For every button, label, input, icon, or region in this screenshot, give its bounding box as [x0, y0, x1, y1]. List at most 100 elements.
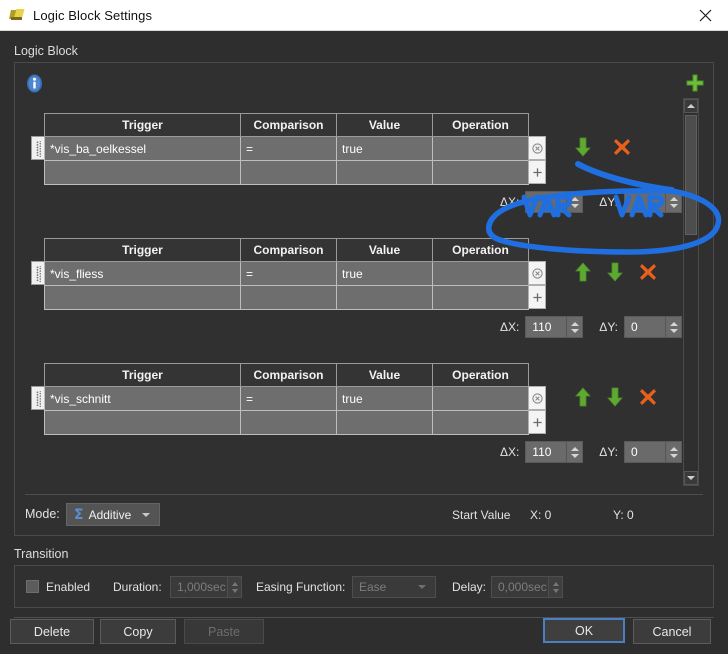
copy-button[interactable]: Copy	[100, 619, 176, 644]
clear-row-icon[interactable]	[528, 386, 546, 410]
cell-comparison[interactable]	[240, 160, 337, 185]
cell-operation[interactable]	[432, 285, 529, 310]
delete-block-icon[interactable]	[638, 387, 658, 407]
delta-x-label: ΔX:	[499, 195, 520, 209]
delete-block-icon[interactable]	[612, 137, 632, 157]
scroll-down-icon[interactable]	[684, 471, 698, 485]
logic-block-group-label: Logic Block	[14, 44, 78, 58]
cancel-button[interactable]: Cancel	[633, 619, 711, 644]
cell-trigger[interactable]	[44, 285, 241, 310]
mode-select[interactable]: Σ Additive	[66, 503, 160, 526]
cell-trigger[interactable]: *vis_schnitt	[44, 386, 241, 411]
cell-comparison[interactable]: =	[240, 386, 337, 411]
cell-comparison[interactable]: =	[240, 261, 337, 286]
cell-trigger[interactable]	[44, 410, 241, 435]
transition-enabled-label: Enabled	[46, 580, 91, 594]
scrollbar-thumb[interactable]	[685, 115, 697, 235]
delta-y-spin-buttons[interactable]	[665, 192, 681, 212]
cell-comparison[interactable]: =	[240, 136, 337, 161]
cell-operation[interactable]	[432, 410, 529, 435]
delta-y-value: 0	[631, 445, 638, 459]
delay-spin-buttons	[548, 577, 562, 597]
table-header-row: Trigger Comparison Value Operation	[44, 113, 529, 137]
drag-handle-icon[interactable]	[31, 386, 44, 410]
delta-y-spin-buttons[interactable]	[665, 317, 681, 337]
cell-value[interactable]	[336, 285, 433, 310]
column-header-value: Value	[336, 238, 433, 262]
drag-handle-icon[interactable]	[31, 261, 44, 285]
duration-field: 1,000sec	[170, 576, 242, 598]
delta-row: ΔX: 110 ΔY: 0	[500, 441, 682, 463]
cell-trigger[interactable]: *vis_fliess	[44, 261, 241, 286]
clear-row-icon[interactable]	[528, 136, 546, 160]
add-row-icon[interactable]	[528, 285, 546, 309]
add-row-icon[interactable]	[528, 160, 546, 184]
close-icon[interactable]	[682, 0, 728, 30]
cell-value[interactable]: true	[336, 386, 433, 411]
delta-y-label: ΔY:	[599, 445, 618, 459]
drag-handle-icon[interactable]	[31, 136, 44, 160]
table-row-empty[interactable]	[44, 160, 529, 185]
move-down-icon[interactable]	[574, 137, 592, 157]
chevron-down-icon	[142, 512, 150, 517]
cell-comparison[interactable]	[240, 410, 337, 435]
transition-enabled-checkbox[interactable]	[26, 580, 39, 593]
delta-x-stepper[interactable]: 110	[525, 441, 584, 463]
scroll-up-icon[interactable]	[684, 99, 698, 113]
table-row[interactable]: *vis_ba_oelkessel = true	[44, 136, 529, 161]
trigger-table: Trigger Comparison Value Operation *vis_…	[44, 363, 529, 435]
cell-comparison[interactable]	[240, 285, 337, 310]
easing-label: Easing Function:	[256, 580, 346, 594]
vertical-scrollbar[interactable]	[683, 98, 699, 486]
block-actions	[574, 137, 632, 157]
delta-y-stepper[interactable]	[624, 191, 682, 213]
delta-x-spin-buttons[interactable]	[566, 317, 583, 337]
table-row[interactable]: *vis_schnitt = true	[44, 386, 529, 411]
logic-block-settings-dialog: Logic Block Settings Logic Block Trigger…	[0, 0, 728, 654]
cell-operation[interactable]	[432, 261, 529, 286]
move-down-icon[interactable]	[606, 387, 624, 407]
delta-x-stepper[interactable]	[525, 191, 584, 213]
column-header-trigger: Trigger	[44, 238, 241, 262]
cell-operation[interactable]	[432, 386, 529, 411]
table-row[interactable]: *vis_fliess = true	[44, 261, 529, 286]
cell-value[interactable]	[336, 160, 433, 185]
trigger-table: Trigger Comparison Value Operation *vis_…	[44, 238, 529, 310]
logic-block-scroll-area[interactable]: Trigger Comparison Value Operation *vis_…	[22, 98, 706, 486]
delta-y-stepper[interactable]: 0	[624, 441, 682, 463]
delta-x-value: 110	[532, 445, 552, 459]
delete-block-icon[interactable]	[638, 262, 658, 282]
column-header-operation: Operation	[432, 363, 529, 387]
cell-value[interactable]: true	[336, 261, 433, 286]
move-up-icon[interactable]	[574, 387, 592, 407]
column-header-operation: Operation	[432, 113, 529, 137]
move-up-icon[interactable]	[574, 262, 592, 282]
delta-x-spin-buttons[interactable]	[566, 192, 583, 212]
cell-trigger[interactable]	[44, 160, 241, 185]
delete-button[interactable]: Delete	[10, 619, 94, 644]
table-row-empty[interactable]	[44, 285, 529, 310]
delta-y-stepper[interactable]: 0	[624, 316, 682, 338]
add-row-icon[interactable]	[528, 410, 546, 434]
cell-operation[interactable]	[432, 160, 529, 185]
cell-trigger[interactable]: *vis_ba_oelkessel	[44, 136, 241, 161]
delta-x-stepper[interactable]: 110	[525, 316, 584, 338]
cell-value[interactable]	[336, 410, 433, 435]
move-down-icon[interactable]	[606, 262, 624, 282]
block-actions	[574, 262, 658, 282]
title-bar: Logic Block Settings	[0, 0, 728, 31]
clear-row-icon[interactable]	[528, 261, 546, 285]
table-row-empty[interactable]	[44, 410, 529, 435]
info-icon[interactable]	[25, 74, 44, 93]
delta-x-spin-buttons[interactable]	[566, 442, 583, 462]
column-header-value: Value	[336, 363, 433, 387]
cell-operation[interactable]	[432, 136, 529, 161]
cell-value[interactable]: true	[336, 136, 433, 161]
delta-y-spin-buttons[interactable]	[665, 442, 681, 462]
add-logic-block-plus-icon[interactable]	[685, 73, 705, 93]
ok-button[interactable]: OK	[543, 618, 625, 643]
trigger-table: Trigger Comparison Value Operation *vis_…	[44, 113, 529, 185]
column-header-trigger: Trigger	[44, 113, 241, 137]
window-title: Logic Block Settings	[33, 7, 153, 23]
table-header-row: Trigger Comparison Value Operation	[44, 363, 529, 387]
